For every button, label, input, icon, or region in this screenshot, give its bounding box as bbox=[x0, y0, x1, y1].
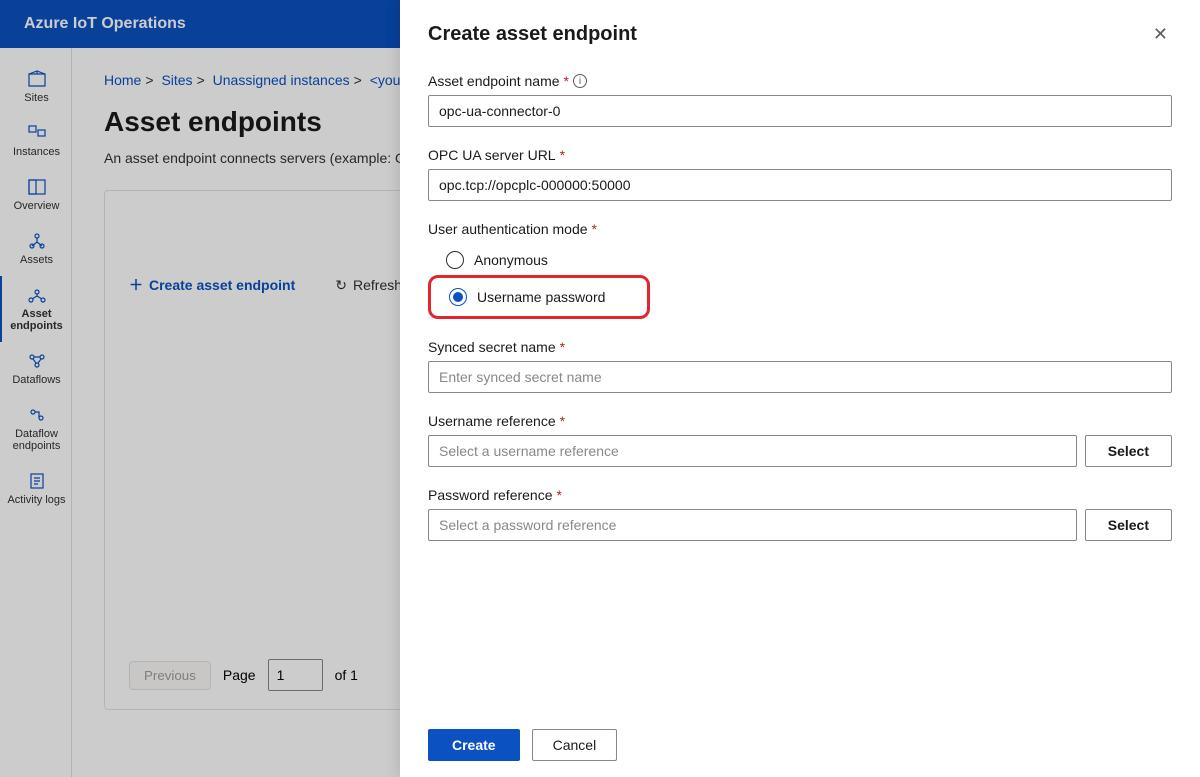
field-endpoint-name: Asset endpoint name * i bbox=[428, 73, 1172, 127]
label-endpoint-name: Asset endpoint name bbox=[428, 73, 560, 89]
radio-username-password[interactable]: Username password bbox=[437, 282, 641, 312]
label-password-reference: Password reference bbox=[428, 487, 553, 503]
required-indicator: * bbox=[560, 339, 565, 355]
field-server-url: OPC UA server URL * bbox=[428, 147, 1172, 201]
panel-header: Create asset endpoint ✕ bbox=[428, 20, 1172, 49]
radio-username-password-label: Username password bbox=[477, 289, 605, 305]
info-icon[interactable]: i bbox=[573, 74, 587, 88]
create-endpoint-panel: Create asset endpoint ✕ Asset endpoint n… bbox=[400, 0, 1200, 777]
label-synced-secret: Synced secret name bbox=[428, 339, 556, 355]
panel-body: Asset endpoint name * i OPC UA server UR… bbox=[428, 73, 1172, 717]
required-indicator: * bbox=[560, 147, 565, 163]
label-auth-mode: User authentication mode bbox=[428, 221, 588, 237]
panel-footer: Create Cancel bbox=[428, 717, 1172, 761]
radio-anonymous[interactable]: Anonymous bbox=[428, 245, 1172, 275]
select-password-reference-button[interactable]: Select bbox=[1085, 509, 1172, 541]
radio-icon-checked bbox=[449, 288, 467, 306]
field-password-reference: Password reference * Select bbox=[428, 487, 1172, 541]
label-server-url: OPC UA server URL bbox=[428, 147, 556, 163]
input-synced-secret[interactable] bbox=[428, 361, 1172, 393]
radio-icon-unchecked bbox=[446, 251, 464, 269]
field-username-reference: Username reference * Select bbox=[428, 413, 1172, 467]
panel-title: Create asset endpoint bbox=[428, 23, 637, 46]
cancel-button[interactable]: Cancel bbox=[532, 729, 618, 761]
radio-anonymous-label: Anonymous bbox=[474, 252, 548, 268]
required-indicator: * bbox=[560, 413, 565, 429]
create-button[interactable]: Create bbox=[428, 729, 520, 761]
required-indicator: * bbox=[557, 487, 562, 503]
close-icon: ✕ bbox=[1153, 24, 1168, 44]
required-indicator: * bbox=[592, 221, 597, 237]
required-indicator: * bbox=[564, 73, 569, 89]
field-auth-mode: User authentication mode * Anonymous Use… bbox=[428, 221, 1172, 319]
label-username-reference: Username reference bbox=[428, 413, 556, 429]
input-username-reference[interactable] bbox=[428, 435, 1077, 467]
input-endpoint-name[interactable] bbox=[428, 95, 1172, 127]
highlighted-selection: Username password bbox=[428, 275, 650, 319]
field-synced-secret: Synced secret name * bbox=[428, 339, 1172, 393]
close-panel-button[interactable]: ✕ bbox=[1149, 20, 1172, 49]
input-server-url[interactable] bbox=[428, 169, 1172, 201]
select-username-reference-button[interactable]: Select bbox=[1085, 435, 1172, 467]
input-password-reference[interactable] bbox=[428, 509, 1077, 541]
